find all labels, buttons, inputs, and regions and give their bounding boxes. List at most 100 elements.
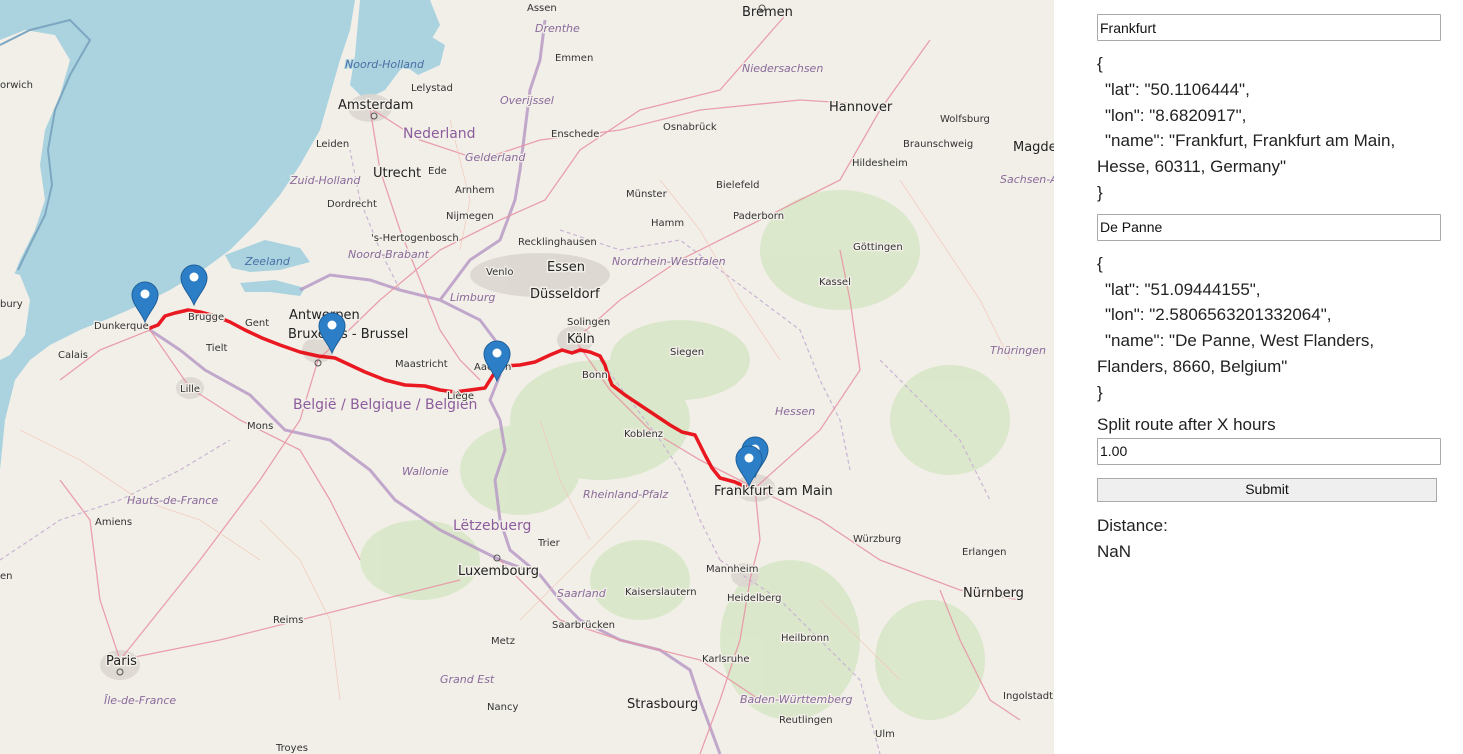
map-label: Gent	[245, 318, 269, 329]
json-lat: "lat": "50.1106444",	[1105, 79, 1250, 99]
map-label: Utrecht	[373, 166, 421, 181]
map-label: Sachsen-A	[1000, 173, 1054, 186]
map-label: Thüringen	[990, 344, 1046, 357]
map-label: Paderborn	[733, 211, 784, 222]
map-label: Kassel	[819, 277, 851, 288]
map-label: Emmen	[555, 53, 593, 64]
map-label: Gelderland	[465, 151, 526, 164]
map-label: Lille	[180, 384, 200, 395]
map-label: Troyes	[275, 743, 308, 754]
map-label: Luxembourg	[458, 564, 539, 579]
map-label: Ingolstadt	[1003, 691, 1053, 702]
map-label: Maastricht	[395, 359, 448, 370]
map-label: Würzburg	[853, 534, 901, 545]
map-label: Arnhem	[455, 185, 494, 196]
map-label: Hauts-de-France	[127, 494, 218, 507]
map-label: Tielt	[205, 343, 228, 354]
origin-input[interactable]	[1097, 14, 1441, 41]
map-label: bury	[0, 299, 23, 310]
map-label: Saarbrücken	[552, 620, 615, 631]
route-form-panel: { "lat": "50.1106444", "lon": "8.6820917…	[1097, 14, 1443, 565]
map-label: Münster	[626, 189, 668, 200]
map-label: Siegen	[670, 347, 704, 358]
map-label: Venlo	[486, 267, 513, 278]
map-label: Zeeland	[244, 255, 291, 268]
split-hours-input[interactable]	[1097, 437, 1441, 465]
map-label: Rheinland-Pfalz	[583, 488, 668, 501]
map-label: Magde	[1013, 140, 1054, 155]
map-label: Paris	[106, 654, 137, 669]
map-label: Strasbourg	[627, 697, 698, 712]
json-lon: "lon": "8.6820917",	[1105, 105, 1247, 125]
map-label: Hessen	[775, 405, 815, 418]
json-open: {	[1097, 54, 1103, 73]
map-label: Noord-Brabant	[348, 248, 430, 261]
map-label: Limburg	[450, 291, 495, 304]
map-label: Bonn	[582, 370, 608, 381]
map-label: Lëtzebuerg	[453, 518, 531, 534]
map-label: Osnabrück	[663, 122, 717, 133]
split-route-label: Split route after X hours	[1097, 414, 1276, 434]
map-label: 's-Hertogenbosch	[371, 233, 459, 244]
map-label: Köln	[567, 332, 595, 347]
json-lat: "lat": "51.09444155",	[1105, 279, 1261, 299]
map-label: Niedersachsen	[742, 62, 823, 75]
map-label: Mannheim	[706, 564, 758, 575]
map-label: Overijssel	[500, 94, 554, 107]
distance-value: NaN	[1097, 541, 1132, 561]
map-label: Bruxelles - Brussel	[288, 327, 408, 342]
map-label: Frankfurt am Main	[714, 484, 833, 499]
map[interactable]: Zeeland Noord-Holland Drenthe Overijssel…	[0, 0, 1054, 754]
json-lon: "lon": "2.5806563201332064",	[1105, 305, 1332, 325]
distance-label: Distance:	[1097, 515, 1168, 535]
json-name-text: "name": "Frankfurt, Frankfurt am Main, H…	[1097, 131, 1396, 177]
map-label: Erlangen	[962, 547, 1007, 558]
map-label: Wallonie	[402, 465, 449, 478]
map-label: Ede	[428, 166, 447, 177]
map-label: Dunkerque	[94, 321, 149, 332]
map-label: Mons	[247, 421, 273, 432]
map-label: Saarland	[557, 587, 607, 600]
map-label: Liège	[447, 390, 474, 402]
map-label: orwich	[0, 80, 33, 91]
map-label: Zuid-Holland	[289, 174, 361, 187]
map-label: Bremen	[742, 5, 793, 20]
map-label: Amsterdam	[338, 98, 413, 113]
map-label: Bielefeld	[716, 180, 760, 191]
map-label: Assen	[527, 3, 557, 14]
map-label: Göttingen	[853, 242, 903, 253]
map-label: Leiden	[316, 139, 349, 150]
map-label: Hannover	[829, 100, 893, 115]
map-label: Lelystad	[411, 83, 453, 94]
submit-button[interactable]: Submit	[1097, 477, 1437, 502]
map-label: Reims	[273, 615, 303, 626]
map-label: Brugge	[188, 312, 224, 323]
map-label: Heilbronn	[781, 633, 829, 644]
destination-input[interactable]	[1097, 213, 1441, 241]
destination-geocode-result: { "lat": "51.09444155", "lon": "2.580656…	[1097, 251, 1443, 406]
map-label: Trier	[537, 538, 561, 549]
map-label: Heidelberg	[727, 593, 782, 604]
map-label: Calais	[58, 350, 88, 361]
map-label: Essen	[547, 260, 585, 275]
map-label: Solingen	[567, 317, 610, 328]
map-label: Braunschweig	[903, 139, 973, 150]
map-label: Karlsruhe	[702, 654, 750, 665]
map-label: Grand Est	[440, 673, 495, 686]
origin-geocode-result: { "lat": "50.1106444", "lon": "8.6820917…	[1097, 51, 1443, 206]
map-label: en	[0, 571, 13, 582]
map-label: Baden-Württemberg	[740, 693, 853, 706]
map-label: Nordrhein-Westfalen	[612, 255, 726, 268]
map-canvas[interactable]: Zeeland Noord-Holland Drenthe Overijssel…	[0, 0, 1054, 754]
map-label: Ulm	[875, 729, 895, 740]
map-label: Nederland	[403, 126, 476, 142]
map-label: Nijmegen	[446, 211, 494, 222]
map-label: Wolfsburg	[940, 114, 990, 125]
map-label: Hildesheim	[852, 158, 908, 169]
map-label: Nancy	[487, 702, 518, 713]
map-label: Metz	[491, 636, 515, 647]
map-label: Düsseldorf	[530, 287, 600, 302]
map-label: Koblenz	[624, 429, 663, 440]
map-label: Recklinghausen	[518, 237, 597, 248]
json-open: {	[1097, 253, 1103, 273]
